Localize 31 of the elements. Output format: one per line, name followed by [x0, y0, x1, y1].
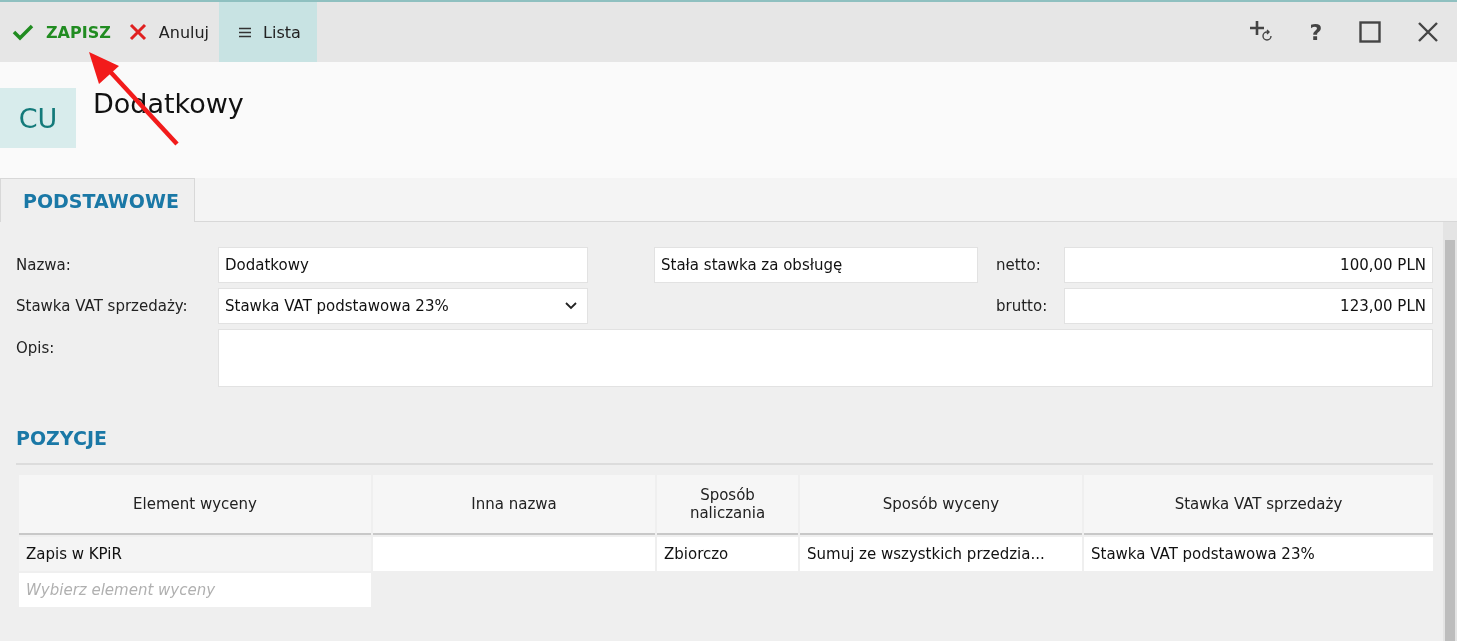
scrollbar[interactable] [1443, 222, 1457, 641]
vat-rate-dropdown[interactable]: Stawka VAT podstawowa 23% [218, 288, 588, 324]
cancel-button[interactable]: Anuluj [120, 2, 220, 62]
record-type-badge: CU [0, 88, 76, 148]
table-cell: Zbiorczo [657, 537, 798, 571]
field-label: Opis: [16, 338, 56, 357]
field-label: netto: [995, 256, 1042, 274]
table-cell: Zapis w KPiR [19, 537, 371, 571]
column-header: Stawka VAT sprzedaży [1084, 475, 1433, 535]
help-button[interactable]: ? [1291, 2, 1341, 62]
column-header: Element wyceny [19, 475, 371, 535]
column-header: Inna nazwa [373, 475, 655, 535]
section-heading: POZYCJE [16, 427, 108, 449]
name-field[interactable]: Dodatkowy [218, 247, 588, 283]
pricing-method-field[interactable]: Stała stawka za obsługę [654, 247, 978, 283]
column-header: Sposób wyceny [800, 475, 1082, 535]
checkmark-icon [12, 23, 34, 41]
table-cell: Stawka VAT podstawowa 23% [1084, 537, 1433, 571]
cross-icon [128, 23, 147, 41]
description-field[interactable] [218, 329, 1433, 387]
tab[interactable]: PODSTAWOWE [0, 178, 195, 222]
field-label: Stawka VAT sprzedaży: [16, 297, 189, 315]
gross-amount-field[interactable]: 123,00 PLN [1064, 288, 1433, 324]
column-header: Sposób naliczania [657, 475, 798, 535]
menu-icon [239, 26, 252, 38]
chevron-down-icon [565, 302, 577, 310]
table-cell: Sumuj ze wszystkich przedzia... [800, 537, 1082, 571]
field-label: brutto: [995, 297, 1049, 315]
field-label: Nazwa: [16, 256, 72, 274]
net-amount-field[interactable]: 100,00 PLN [1064, 247, 1433, 283]
list-button[interactable]: Lista [219, 2, 317, 62]
